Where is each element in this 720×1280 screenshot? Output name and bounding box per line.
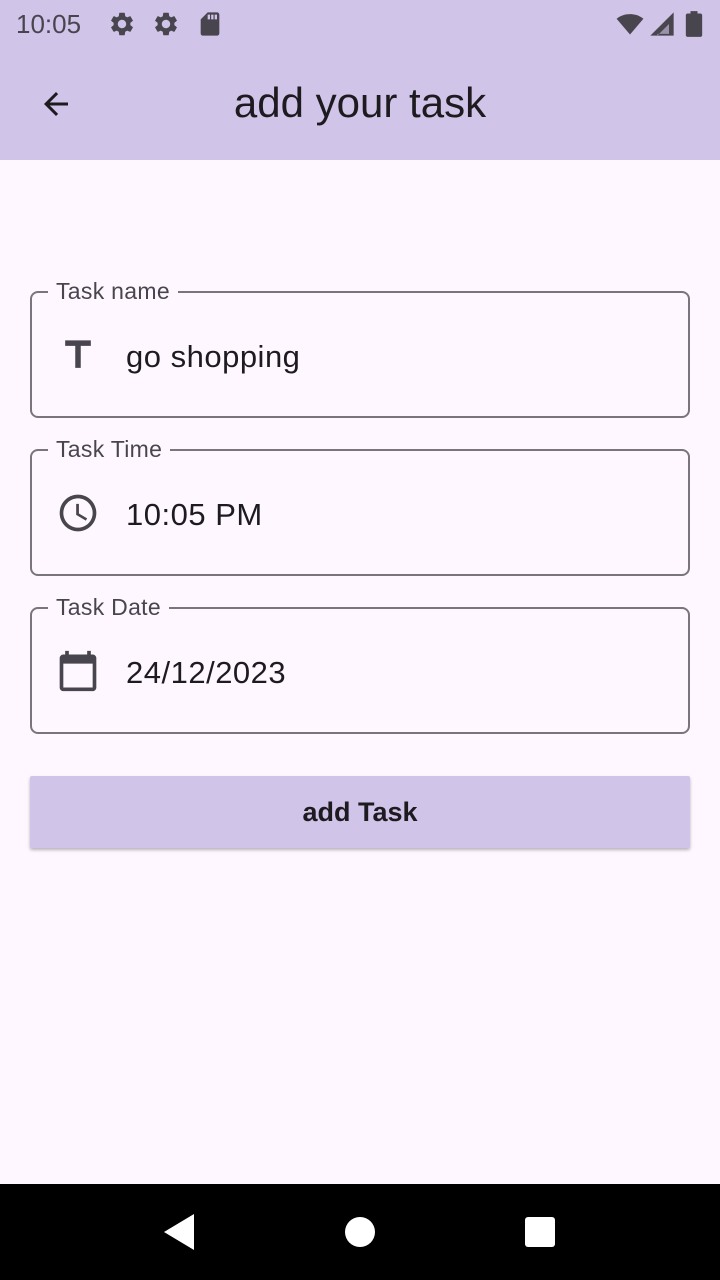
battery-icon <box>682 10 706 38</box>
text-fields-icon <box>56 333 100 377</box>
task-name-input[interactable] <box>126 337 666 377</box>
add-task-button[interactable]: add Task <box>30 776 690 848</box>
page-title: add your task <box>233 79 487 126</box>
task-time-field[interactable]: Task Time <box>30 435 690 576</box>
sd-card-icon <box>196 10 224 38</box>
clock-icon <box>56 491 100 535</box>
task-name-label: Task name <box>48 277 178 305</box>
task-name-field[interactable]: Task name <box>30 277 690 418</box>
gear-icon <box>152 10 180 38</box>
task-time-input[interactable] <box>126 495 666 535</box>
nav-recents-icon[interactable] <box>516 1208 564 1256</box>
wifi-icon <box>614 10 646 38</box>
nav-home-icon[interactable] <box>336 1208 384 1256</box>
nav-back-icon[interactable] <box>156 1208 204 1256</box>
calendar-icon <box>56 649 100 693</box>
task-date-input[interactable] <box>126 653 666 693</box>
task-date-label: Task Date <box>48 593 169 621</box>
cell-signal-icon <box>648 10 676 38</box>
task-date-field[interactable]: Task Date <box>30 593 690 734</box>
gear-icon <box>108 10 136 38</box>
status-bar: 10:05 <box>0 0 720 48</box>
task-time-label: Task Time <box>48 435 171 463</box>
system-nav-bar <box>0 1184 720 1280</box>
app-bar: add your task <box>0 48 720 160</box>
status-time: 10:05 <box>16 9 82 39</box>
